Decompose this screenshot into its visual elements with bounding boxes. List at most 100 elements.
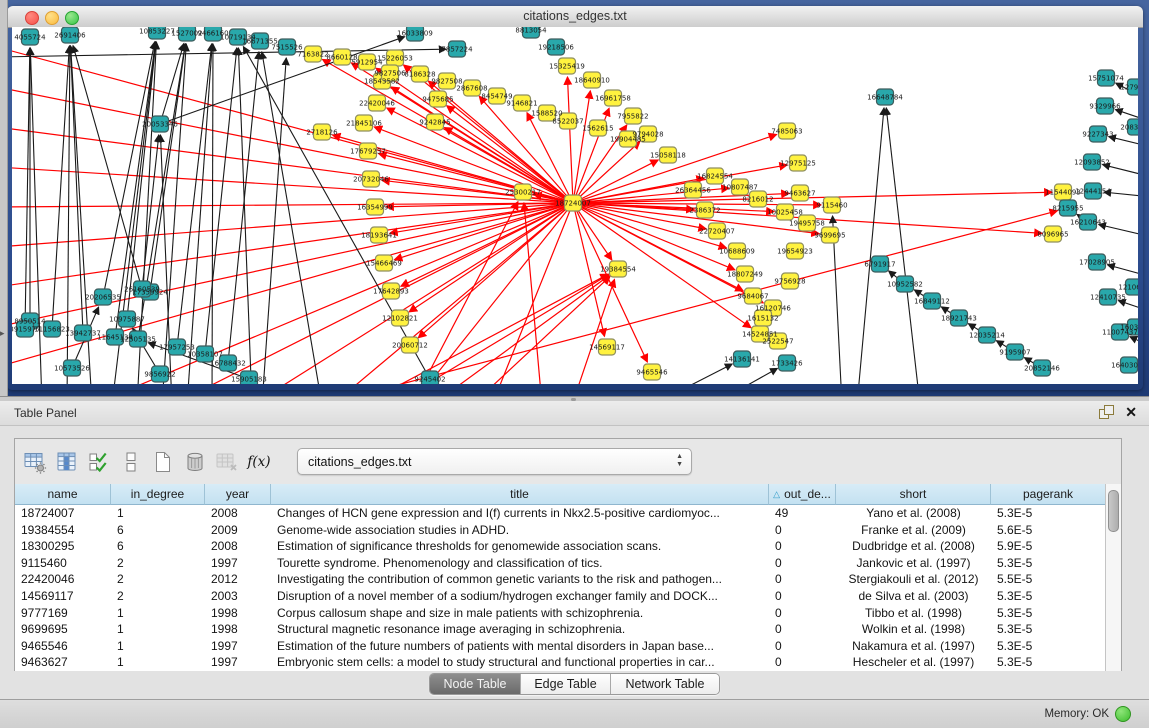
table-cell[interactable]: 18300295 — [15, 538, 111, 555]
directed-edge-black[interactable] — [70, 46, 83, 333]
table-cell[interactable]: 49 — [769, 505, 836, 522]
column-header-pagerank[interactable]: pagerank — [991, 484, 1106, 505]
table-cell[interactable]: 1998 — [205, 621, 271, 638]
directed-edge-red[interactable] — [12, 203, 573, 247]
table-cell[interactable]: 2012 — [205, 571, 271, 588]
table-row[interactable]: 1872400712008Changes of HCN gene express… — [15, 505, 1106, 522]
table-row[interactable]: 946554611997Estimation of the future num… — [15, 638, 1106, 655]
directed-edge-black[interactable] — [1130, 337, 1138, 347]
table-scrollbar[interactable] — [1105, 484, 1121, 671]
table-cell[interactable]: 9463627 — [15, 654, 111, 671]
table-cell[interactable]: de Silva et al. (2003) — [836, 588, 991, 605]
close-panel-icon[interactable]: ✕ — [1125, 405, 1137, 419]
table-row[interactable]: 1456911722003Disruption of a novel membe… — [15, 588, 1106, 605]
new-column-icon[interactable] — [149, 447, 177, 477]
table-cell[interactable]: Genome-wide association studies in ADHD. — [271, 522, 769, 539]
directed-edge-black[interactable] — [52, 46, 69, 329]
table-cell[interactable]: 5.3E-5 — [991, 654, 1106, 671]
table-cell[interactable]: 5.3E-5 — [991, 605, 1106, 622]
directed-edge-red[interactable] — [573, 91, 590, 203]
directed-edge-red[interactable] — [387, 108, 573, 203]
table-cell[interactable]: 2009 — [205, 522, 271, 539]
table-cell[interactable]: 5.3E-5 — [991, 505, 1106, 522]
column-header-name[interactable]: name — [15, 484, 111, 505]
network-canvas-container[interactable]: 1872400771638228660128591295418543582224… — [12, 27, 1138, 384]
column-header-out_de[interactable]: △out_de... — [769, 484, 836, 505]
window-titlebar[interactable]: citations_edges.txt — [7, 6, 1143, 28]
table-cell[interactable]: 9699695 — [15, 621, 111, 638]
table-cell[interactable]: 1 — [111, 505, 205, 522]
tab-node-table[interactable]: Node Table — [430, 674, 521, 694]
table-row[interactable]: 2242004622012Investigating the contribut… — [15, 571, 1106, 588]
directed-edge-black[interactable] — [1118, 301, 1138, 312]
directed-edge-black[interactable] — [712, 368, 777, 384]
directed-edge-red[interactable] — [572, 279, 614, 384]
table-cell[interactable]: 9115460 — [15, 555, 111, 572]
table-cell[interactable]: Tibbo et al. (1998) — [836, 605, 991, 622]
row-stack-icon[interactable] — [117, 447, 145, 477]
table-cell[interactable]: 2003 — [205, 588, 271, 605]
table-cell[interactable]: 0 — [769, 621, 836, 638]
directed-edge-red[interactable] — [12, 203, 573, 367]
directed-edge-red[interactable] — [472, 276, 610, 384]
table-cell[interactable]: 2 — [111, 588, 205, 605]
table-cell[interactable]: 6 — [111, 538, 205, 555]
table-cell[interactable]: 0 — [769, 654, 836, 671]
table-cell[interactable]: 0 — [769, 588, 836, 605]
table-cell[interactable]: 1998 — [205, 605, 271, 622]
table-cell[interactable]: 5.6E-5 — [991, 522, 1106, 539]
directed-edge-red[interactable] — [409, 203, 573, 312]
table-row[interactable]: 1938455462009Genome-wide association stu… — [15, 522, 1106, 539]
directed-edge-red[interactable] — [391, 87, 573, 203]
function-builder-icon[interactable]: f(x) — [245, 447, 273, 477]
directed-edge-red[interactable] — [394, 203, 573, 260]
table-cell[interactable]: 1997 — [205, 654, 271, 671]
table-cell[interactable]: Wolkin et al. (1998) — [836, 621, 991, 638]
directed-edge-black[interactable] — [857, 108, 884, 384]
table-cell[interactable]: 0 — [769, 555, 836, 572]
scrollbar-thumb[interactable] — [1108, 490, 1119, 532]
table-cell[interactable]: 0 — [769, 571, 836, 588]
table-cell[interactable]: 0 — [769, 605, 836, 622]
table-cell[interactable]: 5.3E-5 — [991, 588, 1106, 605]
directed-edge-black[interactable] — [886, 108, 920, 384]
directed-edge-red[interactable] — [432, 275, 609, 384]
panel-collapse-arrow-icon[interactable]: ▸ — [0, 328, 5, 339]
directed-edge-black[interactable] — [103, 42, 155, 297]
table-row[interactable]: 969969511998Structural magnetic resonanc… — [15, 621, 1106, 638]
table-cell[interactable]: 18724007 — [15, 505, 111, 522]
table-cell[interactable]: 5.9E-5 — [991, 538, 1106, 555]
table-cell[interactable]: 9777169 — [15, 605, 111, 622]
table-selector-dropdown[interactable]: citations_edges.txt ▲▼ — [297, 448, 692, 475]
directed-edge-red[interactable] — [567, 77, 573, 203]
table-row[interactable]: 1830029562008Estimation of significance … — [15, 538, 1106, 555]
table-cell[interactable]: Estimation of the future numbers of pati… — [271, 638, 769, 655]
directed-edge-red[interactable] — [573, 203, 647, 362]
table-cell[interactable]: 1 — [111, 621, 205, 638]
directed-edge-black[interactable] — [187, 44, 212, 384]
select-columns-icon[interactable] — [53, 447, 81, 477]
network-graph[interactable]: 1872400771638228660128591295418543582224… — [12, 27, 1138, 384]
table-cell[interactable]: Estimation of significance thresholds fo… — [271, 538, 769, 555]
delete-column-icon[interactable] — [181, 447, 209, 477]
table-row[interactable]: 946362711997Embryonic stem cells: a mode… — [15, 654, 1106, 671]
table-cell[interactable]: 2008 — [205, 538, 271, 555]
table-cell[interactable]: Franke et al. (2009) — [836, 522, 991, 539]
directed-edge-red[interactable] — [252, 203, 573, 384]
table-cell[interactable]: Yano et al. (2008) — [836, 505, 991, 522]
tab-edge-table[interactable]: Edge Table — [521, 674, 611, 694]
directed-edge-red[interactable] — [12, 47, 573, 203]
directed-edge-red[interactable] — [573, 141, 640, 203]
table-cell[interactable]: Dudbridge et al. (2008) — [836, 538, 991, 555]
table-cell[interactable]: 14569117 — [15, 588, 111, 605]
column-header-in_degree[interactable]: in_degree — [111, 484, 205, 505]
directed-edge-black[interactable] — [25, 48, 30, 329]
directed-edge-black[interactable] — [205, 48, 237, 354]
table-cell[interactable]: Structural magnetic resonance image aver… — [271, 621, 769, 638]
column-header-title[interactable]: title — [271, 484, 769, 505]
table-cell[interactable]: Investigating the contribution of common… — [271, 571, 769, 588]
table-cell[interactable]: Embryonic stem cells: a model to study s… — [271, 654, 769, 671]
table-cell[interactable]: 1 — [111, 638, 205, 655]
directed-edge-black[interactable] — [262, 58, 286, 384]
column-header-year[interactable]: year — [205, 484, 271, 505]
